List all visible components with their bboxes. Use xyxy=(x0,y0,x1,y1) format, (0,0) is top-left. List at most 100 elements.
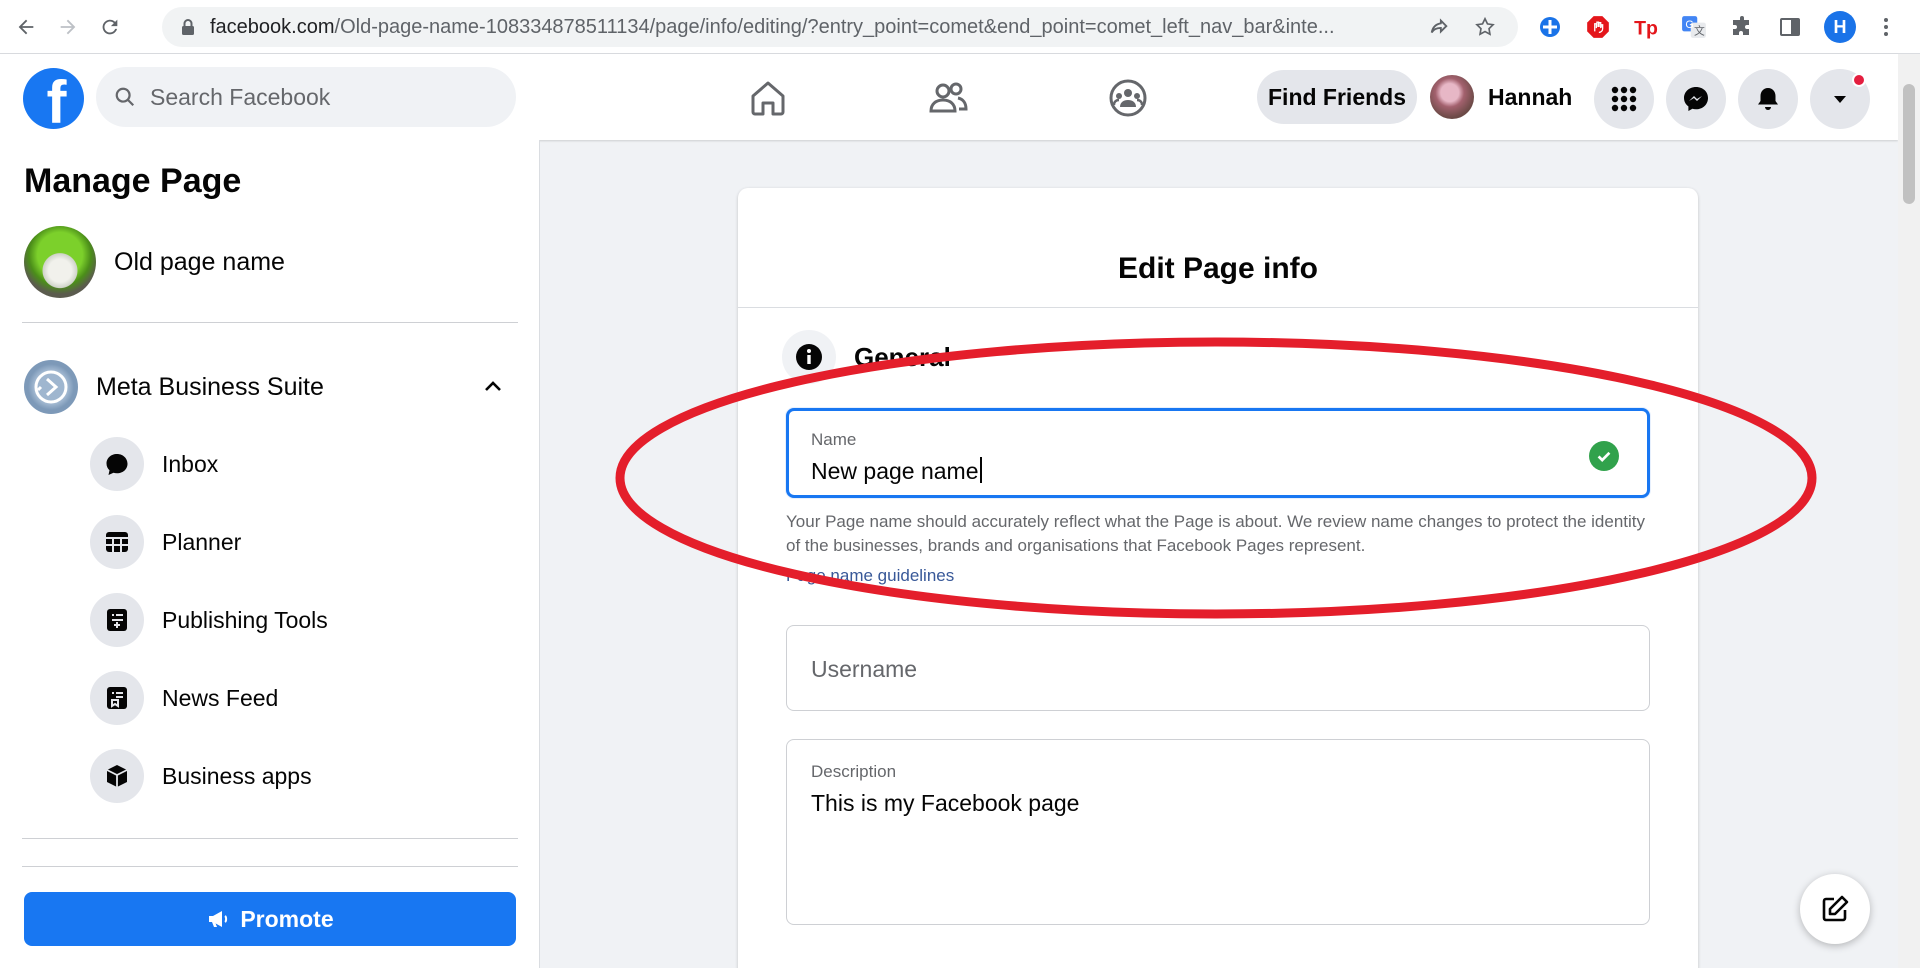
sidebar-item-planner[interactable]: Planner xyxy=(90,514,510,570)
promote-button[interactable]: Promote xyxy=(24,892,516,946)
facebook-logo-letter: f xyxy=(46,69,67,130)
svg-text:Tp: Tp xyxy=(1634,18,1658,40)
page-name-guidelines-link[interactable]: Page name guidelines xyxy=(786,566,954,586)
browser-toolbar: facebook.com/Old-page-name-1083348785111… xyxy=(0,0,1920,54)
chevron-up-icon xyxy=(485,381,501,391)
lock-icon xyxy=(182,19,194,35)
page-name-field-label: Name xyxy=(811,430,857,449)
tp-extension-icon[interactable]: Tp xyxy=(1632,13,1660,41)
back-button[interactable] xyxy=(6,7,46,47)
messenger-button[interactable] xyxy=(1666,69,1726,129)
sidebar-item-publishing-tools[interactable]: Publishing Tools xyxy=(90,592,510,648)
nav-groups[interactable] xyxy=(1104,74,1152,122)
sidebar-title: Manage Page xyxy=(24,162,242,200)
business-suite-icon xyxy=(24,360,78,414)
page-name: Old page name xyxy=(114,247,285,276)
sidebar-item-label: Business apps xyxy=(162,762,312,789)
notifications-button[interactable] xyxy=(1738,69,1798,129)
chevron-down-icon xyxy=(1834,96,1846,103)
info-icon xyxy=(782,330,836,384)
browser-menu-icon[interactable] xyxy=(1872,13,1900,41)
page-avatar xyxy=(24,226,96,298)
chat-bubble-icon xyxy=(90,437,144,491)
page-name-field[interactable]: Name New page name xyxy=(786,408,1650,498)
forward-arrow-icon xyxy=(60,19,76,34)
description-field-label: Description xyxy=(811,762,897,781)
browser-profile-avatar[interactable]: H xyxy=(1824,11,1856,43)
url-text: facebook.com/Old-page-name-1083348785111… xyxy=(210,15,1335,38)
meta-business-suite-toggle[interactable]: Meta Business Suite xyxy=(24,360,504,414)
new-message-button[interactable] xyxy=(1800,874,1870,944)
search-input[interactable] xyxy=(150,83,490,111)
scrollbar-thumb[interactable] xyxy=(1903,84,1915,204)
profile-avatar xyxy=(1430,75,1474,119)
sidebar-item-label: News Feed xyxy=(162,684,279,711)
menu-grid-icon xyxy=(1611,86,1637,112)
calendar-grid-icon xyxy=(90,515,144,569)
profile-button[interactable]: Hannah xyxy=(1430,70,1572,124)
notification-dot xyxy=(1852,73,1866,87)
sidebar-item-label: Inbox xyxy=(162,450,219,477)
reload-button[interactable] xyxy=(90,7,130,47)
username-field[interactable]: Username xyxy=(786,625,1650,711)
megaphone-icon xyxy=(209,911,228,927)
sidebar-divider xyxy=(22,322,518,323)
reload-icon xyxy=(102,19,118,34)
svg-text:文: 文 xyxy=(1694,24,1705,38)
cube-icon xyxy=(90,749,144,803)
adblock-icon[interactable] xyxy=(1584,13,1612,41)
page-profile-row[interactable]: Old page name xyxy=(24,226,285,298)
facebook-logo[interactable]: f xyxy=(23,68,84,129)
groups-icon xyxy=(1109,79,1147,117)
svg-text:G: G xyxy=(1685,19,1693,31)
find-friends-button[interactable]: Find Friends xyxy=(1257,70,1417,124)
bookmark-star-icon[interactable] xyxy=(1474,16,1496,38)
sidebar-item-label: Publishing Tools xyxy=(162,606,328,633)
page-name-value: New page name xyxy=(811,458,979,484)
text-caret xyxy=(979,457,982,483)
compose-icon xyxy=(1822,895,1849,922)
sidebar-item-label: Planner xyxy=(162,528,242,555)
facebook-search[interactable] xyxy=(96,67,516,127)
sidebar-divider xyxy=(22,838,518,839)
facebook-top-bar: f Find Friends Hannah xyxy=(0,54,1898,140)
sidebar-item-news-feed[interactable]: News Feed xyxy=(90,670,510,726)
edit-page-info-card: Edit Page info General Name New page nam… xyxy=(738,188,1698,968)
menu-button[interactable] xyxy=(1594,69,1654,129)
account-button[interactable] xyxy=(1810,69,1870,129)
description-field[interactable]: Description This is my Facebook page xyxy=(786,739,1650,925)
friends-icon xyxy=(929,82,968,113)
forward-button[interactable] xyxy=(48,7,88,47)
business-suite-label: Meta Business Suite xyxy=(96,372,324,401)
username-placeholder: Username xyxy=(811,656,918,682)
card-divider xyxy=(738,307,1698,308)
nav-home[interactable] xyxy=(744,74,792,122)
bell-icon xyxy=(1758,88,1778,110)
extensions-puzzle-icon[interactable] xyxy=(1728,13,1756,41)
share-icon[interactable] xyxy=(1428,16,1450,38)
sidebar-item-business-apps[interactable]: Business apps xyxy=(90,748,510,804)
sidebar-item-inbox[interactable]: Inbox xyxy=(90,436,510,492)
card-title: Edit Page info xyxy=(1117,252,1318,285)
nav-friends[interactable] xyxy=(924,74,972,122)
section-title: General xyxy=(854,341,951,372)
sidebar-divider xyxy=(22,866,518,867)
search-icon xyxy=(115,87,135,107)
manage-page-sidebar: Manage Page Old page name Meta Business … xyxy=(0,140,540,968)
side-panel-icon[interactable] xyxy=(1776,13,1804,41)
page-name-input[interactable]: New page name xyxy=(811,457,982,485)
general-section-header: General xyxy=(782,330,951,384)
publishing-tools-icon xyxy=(90,593,144,647)
extension-blue-icon[interactable] xyxy=(1536,13,1564,41)
messenger-icon xyxy=(1684,87,1708,111)
translate-icon[interactable]: G文 xyxy=(1680,13,1708,41)
promote-label: Promote xyxy=(240,905,334,932)
check-circle-icon xyxy=(1589,441,1619,471)
profile-name: Hannah xyxy=(1488,83,1573,110)
page-scrollbar[interactable] xyxy=(1898,54,1920,968)
home-icon xyxy=(751,81,785,116)
page-name-help-text: Your Page name should accurately reflect… xyxy=(786,512,1646,555)
description-value: This is my Facebook page xyxy=(811,790,1080,816)
news-feed-icon xyxy=(90,671,144,725)
address-bar[interactable]: facebook.com/Old-page-name-1083348785111… xyxy=(162,7,1518,47)
